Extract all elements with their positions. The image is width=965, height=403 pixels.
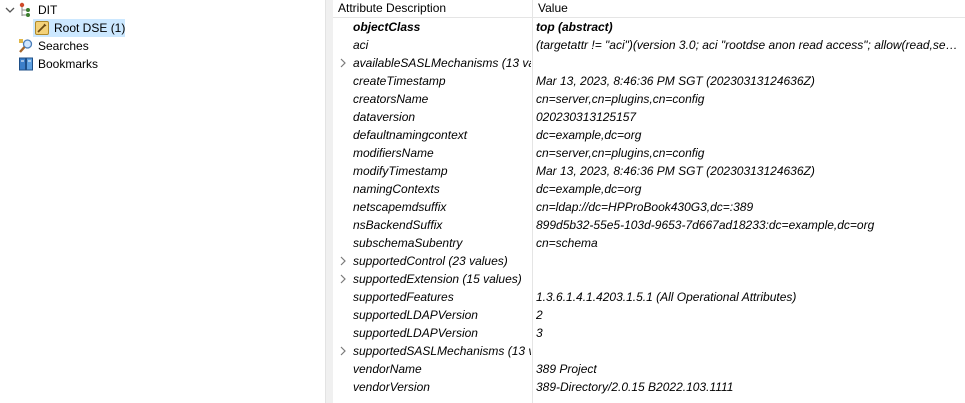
attribute-value[interactable]: top (abstract)	[536, 18, 963, 36]
attribute-value[interactable]: Mar 13, 2023, 8:46:36 PM SGT (2023031312…	[536, 162, 963, 180]
table-row[interactable]: createTimestamp Mar 13, 2023, 8:46:36 PM …	[333, 72, 965, 90]
tree-item-searches[interactable]: Searches	[0, 37, 325, 55]
table-row[interactable]: subschemaSubentry cn=schema	[333, 234, 965, 252]
table-row[interactable]: supportedSASLMechanisms (13 val	[333, 342, 965, 360]
table-row[interactable]: supportedExtension (15 values)	[333, 270, 965, 288]
attribute-value[interactable]: 1.3.6.1.4.1.4203.1.5.1 (All Operational …	[536, 288, 963, 306]
attribute-name: aci	[353, 38, 369, 52]
tree-item-label: Searches	[38, 39, 89, 53]
attribute-name: namingContexts	[353, 182, 440, 196]
attribute-value[interactable]: 2	[536, 306, 963, 324]
attribute-value[interactable]: 389-Directory/2.0.15 B2022.103.1111	[536, 378, 963, 396]
attribute-name: netscapemdsuffix	[353, 200, 447, 214]
table-row[interactable]: vendorVersion 389-Directory/2.0.15 B2022.…	[333, 378, 965, 396]
attribute-name: dataversion	[353, 110, 416, 124]
attribute-name: supportedSASLMechanisms (13 val	[353, 344, 531, 358]
bookmarks-icon	[18, 56, 34, 72]
dit-tree-panel: DIT Root DSE (1) Searches Bookmarks	[0, 0, 326, 403]
attribute-value[interactable]: (targetattr != "aci")(version 3.0; aci "…	[536, 36, 963, 54]
attribute-name: subschemaSubentry	[353, 236, 463, 250]
attribute-name: supportedLDAPVersion	[353, 308, 478, 322]
table-row[interactable]: supportedFeatures 1.3.6.1.4.1.4203.1.5.1 …	[333, 288, 965, 306]
attribute-value[interactable]: dc=example,dc=org	[536, 180, 963, 198]
tree-item-dit[interactable]: DIT	[0, 1, 325, 19]
searches-icon	[18, 38, 34, 54]
table-row[interactable]: supportedLDAPVersion 2	[333, 306, 965, 324]
column-header-value[interactable]: Value	[533, 0, 958, 17]
attribute-name: supportedControl (23 values)	[353, 254, 508, 268]
attribute-name: modifiersName	[353, 146, 434, 160]
attribute-name: objectClass	[353, 20, 421, 34]
attribute-value[interactable]: cn=ldap://dc=HPProBook430G3,dc=:389	[536, 198, 963, 216]
attribute-value[interactable]: 389 Project	[536, 360, 963, 378]
table-row[interactable]: netscapemdsuffix cn=ldap://dc=HPProBook43…	[333, 198, 965, 216]
attribute-name: supportedExtension (15 values)	[353, 272, 522, 286]
column-header-attribute[interactable]: Attribute Description	[333, 0, 533, 17]
panel-splitter[interactable]	[325, 0, 333, 403]
attribute-value[interactable]: 020230313125157	[536, 108, 963, 126]
tree-item-bookmarks[interactable]: Bookmarks	[0, 55, 325, 73]
table-row[interactable]: supportedControl (23 values)	[333, 252, 965, 270]
table-row[interactable]: namingContexts dc=example,dc=org	[333, 180, 965, 198]
attribute-name: vendorVersion	[353, 380, 430, 394]
dit-icon	[17, 2, 33, 18]
table-row[interactable]: creatorsName cn=server,cn=plugins,cn=conf…	[333, 90, 965, 108]
tree-item-label: DIT	[38, 3, 58, 17]
tree-item-label: Bookmarks	[38, 57, 99, 71]
attribute-name: availableSASLMechanisms (13 val	[353, 56, 531, 70]
table-header: Attribute Description Value	[333, 0, 965, 18]
table-row[interactable]: nsBackendSuffix 899d5b32-55e5-103d-9653-7…	[333, 216, 965, 234]
attribute-value[interactable]: 3	[536, 324, 963, 342]
table-row[interactable]: aci (targetattr != "aci")(version 3.0; ac…	[333, 36, 965, 54]
attribute-name: supportedLDAPVersion	[353, 326, 478, 340]
table-body: objectClass top (abstract) aci (targetattr …	[333, 18, 965, 396]
chevron-down-icon[interactable]	[2, 2, 18, 18]
table-row[interactable]: vendorName 389 Project	[333, 360, 965, 378]
attribute-name: nsBackendSuffix	[353, 218, 443, 232]
table-row[interactable]: objectClass top (abstract)	[333, 18, 965, 36]
table-row[interactable]: modifyTimestamp Mar 13, 2023, 8:46:36 PM …	[333, 162, 965, 180]
table-row[interactable]: defaultnamingcontext dc=example,dc=org	[333, 126, 965, 144]
attribute-name: defaultnamingcontext	[353, 128, 468, 142]
attribute-value[interactable]: Mar 13, 2023, 8:46:36 PM SGT (2023031312…	[536, 72, 963, 90]
root-dse-icon	[34, 20, 50, 36]
tree-item-root-dse[interactable]: Root DSE (1)	[33, 19, 125, 37]
table-row[interactable]: dataversion 020230313125157	[333, 108, 965, 126]
attribute-name: modifyTimestamp	[353, 164, 448, 178]
table-row[interactable]: modifiersName cn=server,cn=plugins,cn=con…	[333, 144, 965, 162]
attribute-table: Attribute Description Value objectClass t…	[333, 0, 965, 403]
tree-item-label: Root DSE (1)	[54, 21, 126, 35]
attribute-name: createTimestamp	[353, 74, 446, 88]
attribute-value[interactable]: cn=server,cn=plugins,cn=config	[536, 90, 963, 108]
attribute-value[interactable]: cn=schema	[536, 234, 963, 252]
table-row[interactable]: supportedLDAPVersion 3	[333, 324, 965, 342]
attribute-name: vendorName	[353, 362, 422, 376]
table-row[interactable]: availableSASLMechanisms (13 val	[333, 54, 965, 72]
attribute-value[interactable]: cn=server,cn=plugins,cn=config	[536, 144, 963, 162]
attribute-value[interactable]: dc=example,dc=org	[536, 126, 963, 144]
attribute-value[interactable]: 899d5b32-55e5-103d-9653-7d667ad18233:dc=…	[536, 216, 963, 234]
attribute-name: creatorsName	[353, 92, 429, 106]
attribute-name: supportedFeatures	[353, 290, 454, 304]
